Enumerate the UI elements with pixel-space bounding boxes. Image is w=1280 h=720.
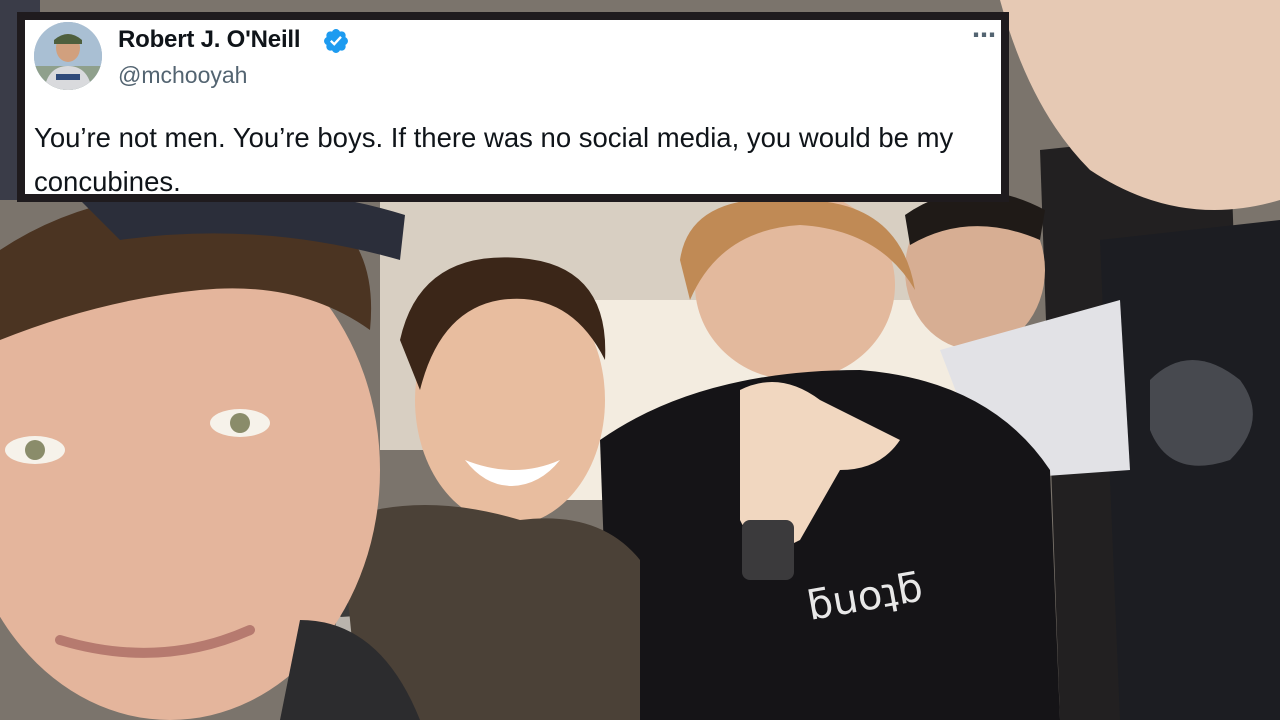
profile-avatar-icon [34, 22, 102, 90]
tweet-text: You’re not men. You’re boys. If there wa… [34, 122, 954, 197]
verified-badge-icon [324, 29, 348, 53]
tweet-card-frame: Robert J. O'Neill @mchooyah ⋯ You’re not… [17, 12, 1009, 202]
author-avatar[interactable] [34, 22, 102, 90]
tweet-card: Robert J. O'Neill @mchooyah ⋯ You’re not… [25, 20, 1001, 197]
more-options-icon[interactable]: ⋯ [972, 24, 997, 48]
author-handle[interactable]: @mchooyah [118, 62, 247, 89]
author-display-name[interactable]: Robert J. O'Neill [118, 26, 301, 54]
